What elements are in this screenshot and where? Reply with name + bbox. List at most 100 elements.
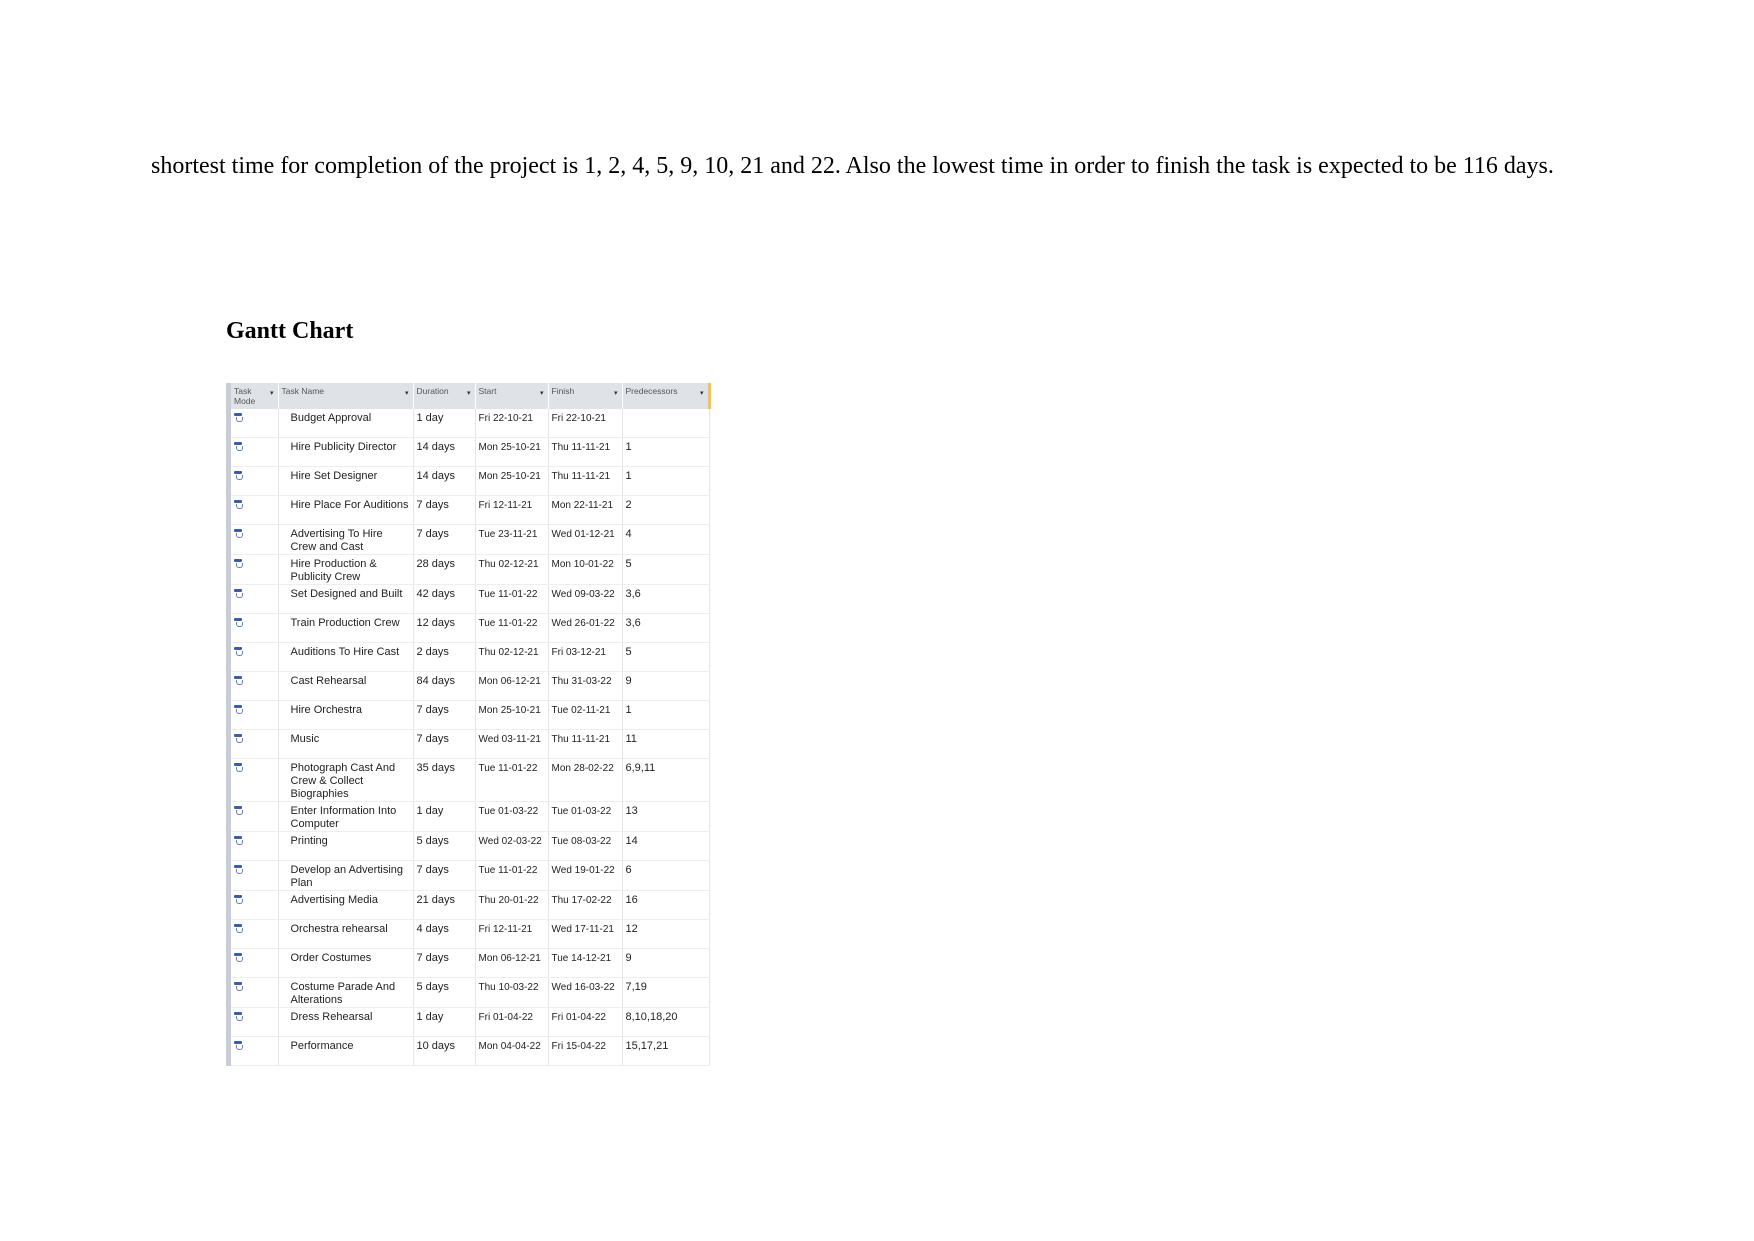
table-row[interactable]: Enter Information Into Computer 1 day Tue … <box>231 801 710 832</box>
column-header[interactable]: Finish ▾ <box>548 383 623 409</box>
auto-scheduled-task-icon <box>234 835 244 846</box>
column-header-label: Finish <box>551 386 575 396</box>
filter-dropdown-icon[interactable]: ▾ <box>405 389 409 399</box>
finish-date-cell: Thu 11-11-21 <box>548 466 623 496</box>
table-row[interactable]: Advertising Media 21 days Thu 20-01-22 Thu … <box>231 890 710 920</box>
task-name-cell: Develop an Advertising Plan <box>278 860 414 891</box>
task-name-cell: Enter Information Into Computer <box>278 801 414 832</box>
predecessors-cell: 9 <box>622 671 710 701</box>
duration-cell: 21 days <box>413 890 476 920</box>
column-header[interactable]: Duration ▾ <box>413 383 476 409</box>
task-name-cell: Order Costumes <box>278 948 414 978</box>
predecessors-cell: 5 <box>622 642 710 672</box>
table-row[interactable]: Train Production Crew 12 days Tue 11-01-22… <box>231 613 710 643</box>
filter-dropdown-icon[interactable]: ▾ <box>614 389 618 399</box>
auto-scheduled-task-icon <box>234 733 244 744</box>
duration-cell: 5 days <box>413 977 476 1008</box>
table-row[interactable]: Dress Rehearsal 1 day Fri 01-04-22 Fri 01-0… <box>231 1007 710 1037</box>
auto-scheduled-task-icon <box>234 588 244 599</box>
finish-date-cell: Mon 28-02-22 <box>548 758 623 802</box>
finish-date-cell: Tue 14-12-21 <box>548 948 623 978</box>
table-row[interactable]: Hire Publicity Director 14 days Mon 25-10-… <box>231 437 710 467</box>
table-row[interactable]: Auditions To Hire Cast 2 days Thu 02-12-21… <box>231 642 710 672</box>
table-row[interactable]: Music 7 days Wed 03-11-21 Thu 11-11-21 11 <box>231 729 710 759</box>
auto-scheduled-task-icon <box>234 470 244 481</box>
filter-dropdown-icon[interactable]: ▾ <box>540 389 544 399</box>
start-date-cell: Mon 04-04-22 <box>475 1036 549 1066</box>
table-row[interactable]: Performance 10 days Mon 04-04-22 Fri 15-04-… <box>231 1036 710 1066</box>
duration-cell: 28 days <box>413 554 476 585</box>
start-date-cell: Wed 03-11-21 <box>475 729 549 759</box>
table-row[interactable]: Develop an Advertising Plan 7 days Tue 11-… <box>231 860 710 891</box>
start-date-cell: Wed 02-03-22 <box>475 831 549 861</box>
task-name-cell: Dress Rehearsal <box>278 1007 414 1037</box>
predecessors-cell: 5 <box>622 554 710 585</box>
column-header[interactable]: Start ▾ <box>475 383 549 409</box>
duration-cell: 35 days <box>413 758 476 802</box>
body-paragraph: shortest time for completion of the proj… <box>151 153 1554 179</box>
task-mode-cell <box>231 831 279 861</box>
task-name-cell: Orchestra rehearsal <box>278 919 414 949</box>
task-name-cell: Auditions To Hire Cast <box>278 642 414 672</box>
predecessors-cell: 16 <box>622 890 710 920</box>
predecessors-cell: 2 <box>622 495 710 525</box>
column-header[interactable]: Task Name ▾ <box>278 383 414 409</box>
table-row[interactable]: Costume Parade And Alterations 5 days Thu … <box>231 977 710 1008</box>
predecessors-cell: 12 <box>622 919 710 949</box>
table-row[interactable]: Photograph Cast And Crew & Collect Biogr… <box>231 758 710 802</box>
table-row[interactable]: Hire Set Designer 14 days Mon 25-10-21 Thu … <box>231 466 710 496</box>
task-mode-cell <box>231 890 279 920</box>
duration-cell: 7 days <box>413 700 476 730</box>
table-row[interactable]: Hire Orchestra 7 days Mon 25-10-21 Tue 02-1… <box>231 700 710 730</box>
start-date-cell: Mon 06-12-21 <box>475 948 549 978</box>
task-name-cell: Hire Publicity Director <box>278 437 414 467</box>
task-mode-cell <box>231 758 279 802</box>
predecessors-cell: 3,6 <box>622 613 710 643</box>
start-date-cell: Tue 11-01-22 <box>475 584 549 614</box>
finish-date-cell: Fri 15-04-22 <box>548 1036 623 1066</box>
task-name-cell: Hire Production & Publicity Crew <box>278 554 414 585</box>
auto-scheduled-task-icon <box>234 704 244 715</box>
task-mode-cell <box>231 554 279 585</box>
table-row[interactable]: Printing 5 days Wed 02-03-22 Tue 08-03-22 14 <box>231 831 710 861</box>
finish-date-cell: Wed 16-03-22 <box>548 977 623 1008</box>
filter-dropdown-icon[interactable]: ▾ <box>467 389 471 399</box>
filter-dropdown-icon[interactable]: ▾ <box>700 389 704 399</box>
gantt-table-image: Task Mode ▾ Task Name ▾ Duration ▾ Start ▾ Finis… <box>226 383 711 1066</box>
finish-date-cell: Mon 10-01-22 <box>548 554 623 585</box>
column-header-label: Task Name <box>281 386 325 396</box>
auto-scheduled-task-icon <box>234 981 244 992</box>
task-mode-cell <box>231 1007 279 1037</box>
task-mode-cell <box>231 584 279 614</box>
auto-scheduled-task-icon <box>234 558 244 569</box>
task-mode-cell <box>231 613 279 643</box>
start-date-cell: Mon 06-12-21 <box>475 671 549 701</box>
table-row[interactable]: Order Costumes 7 days Mon 06-12-21 Tue 14-1… <box>231 948 710 978</box>
task-mode-cell <box>231 642 279 672</box>
column-header-label: Predecessors <box>625 386 678 396</box>
predecessors-cell: 6 <box>622 860 710 891</box>
auto-scheduled-task-icon <box>234 528 244 539</box>
task-name-cell: Advertising Media <box>278 890 414 920</box>
task-name-cell: Budget Approval <box>278 409 414 438</box>
auto-scheduled-task-icon <box>234 646 244 657</box>
table-row[interactable]: Budget Approval 1 day Fri 22-10-21 Fri 22-1… <box>231 409 710 438</box>
table-row[interactable]: Orchestra rehearsal 4 days Fri 12-11-21 Wed… <box>231 919 710 949</box>
filter-dropdown-icon[interactable]: ▾ <box>270 389 274 399</box>
finish-date-cell: Wed 19-01-22 <box>548 860 623 891</box>
start-date-cell: Tue 11-01-22 <box>475 860 549 891</box>
start-date-cell: Tue 23-11-21 <box>475 524 549 555</box>
table-row[interactable]: Advertising To Hire Crew and Cast 7 days T… <box>231 524 710 555</box>
table-row[interactable]: Set Designed and Built 42 days Tue 11-01-2… <box>231 584 710 614</box>
table-row[interactable]: Hire Place For Auditions 7 days Fri 12-11-… <box>231 495 710 525</box>
start-date-cell: Thu 20-01-22 <box>475 890 549 920</box>
predecessors-cell: 9 <box>622 948 710 978</box>
predecessors-cell: 1 <box>622 437 710 467</box>
finish-date-cell: Thu 11-11-21 <box>548 437 623 467</box>
duration-cell: 7 days <box>413 860 476 891</box>
column-header[interactable]: Task Mode ▾ <box>231 383 279 409</box>
table-row[interactable]: Cast Rehearsal 84 days Mon 06-12-21 Thu 31-… <box>231 671 710 701</box>
column-header[interactable]: Predecessors ▾ <box>622 383 711 409</box>
table-row[interactable]: Hire Production & Publicity Crew 28 days T… <box>231 554 710 585</box>
start-date-cell: Fri 12-11-21 <box>475 495 549 525</box>
